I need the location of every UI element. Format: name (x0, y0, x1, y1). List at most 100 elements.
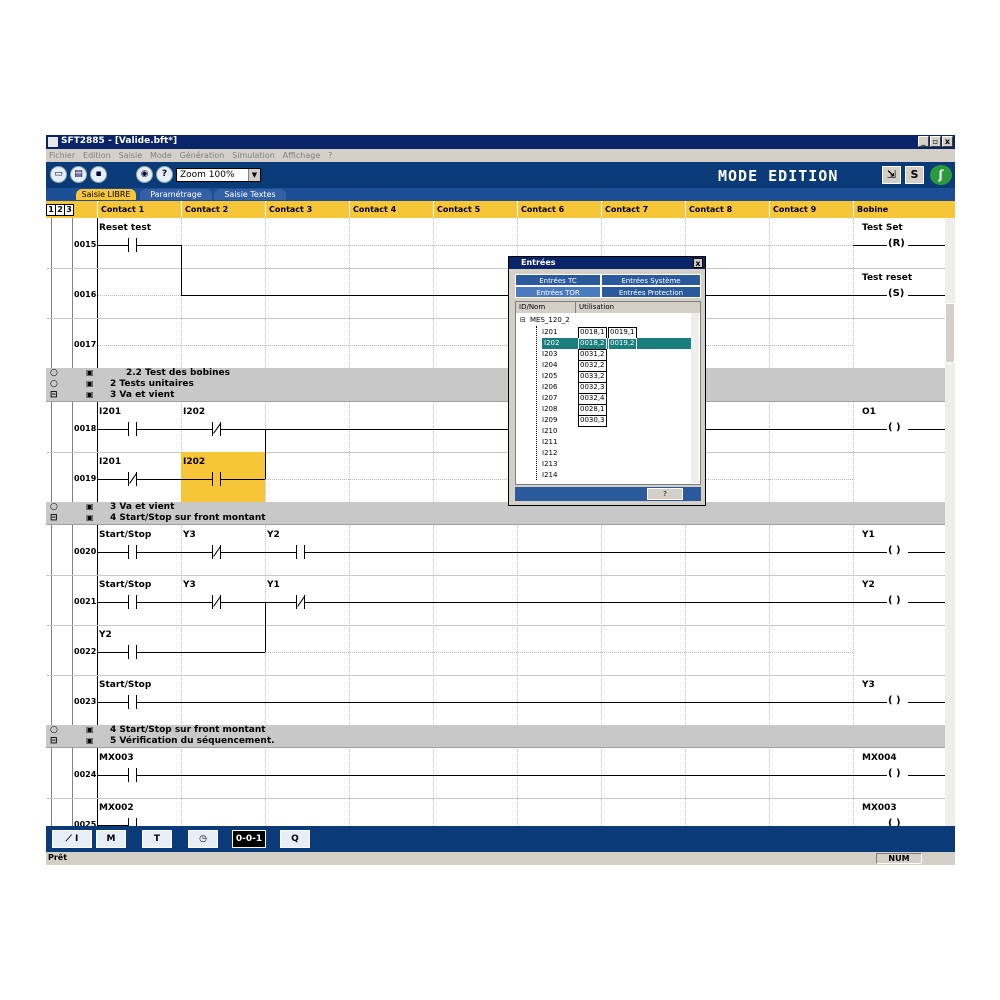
rung-0021[interactable]: 0021 Start/Stop Y3 Y1 Y2 ( ) (46, 575, 945, 626)
section-box-icon[interactable]: ▣ (86, 725, 94, 734)
vertical-scrollbar[interactable] (945, 218, 955, 826)
reset-coil[interactable]: (R) (888, 238, 905, 249)
new-file-icon[interactable]: ▭ (50, 166, 67, 183)
coil[interactable]: ( ) (888, 768, 901, 779)
rung-0024[interactable]: 0024 MX003 MX004 ( ) (46, 748, 945, 799)
collapse-circle-icon[interactable]: ○ (50, 725, 58, 735)
tab-parametrage[interactable]: Paramétrage (140, 189, 212, 200)
section-box-icon[interactable]: ▣ (86, 368, 94, 377)
table-row[interactable]: I205 0033,2 (516, 371, 691, 383)
menu-mode[interactable]: Mode (150, 149, 172, 162)
col-id-nom[interactable]: ID/Nom (516, 302, 576, 313)
table-row[interactable]: I207 0032,4 (516, 393, 691, 405)
dialog-scrollbar[interactable] (691, 313, 699, 483)
set-coil[interactable]: (S) (888, 288, 904, 299)
coil-label: O1 (862, 407, 876, 417)
brand-logo-icon: ʃ (930, 165, 952, 185)
menu-simulation[interactable]: Simulation (232, 149, 275, 162)
coil[interactable]: ( ) (888, 422, 901, 433)
menu-saisie[interactable]: Saisie (119, 149, 143, 162)
dialog-help-button[interactable]: ? (647, 488, 683, 500)
menu-affichage[interactable]: Affichage (283, 149, 321, 162)
tab-entrees-tc[interactable]: Entrées TC (515, 274, 601, 286)
wire (98, 552, 128, 553)
section-box-icon[interactable]: ▣ (86, 736, 94, 745)
memory-tool-button[interactable]: M (96, 830, 126, 848)
counter-tool-button[interactable]: 0-0-1 (232, 830, 266, 848)
coil[interactable]: ( ) (888, 818, 901, 826)
dialog-close-button[interactable]: x (693, 258, 703, 268)
expand-minus-icon[interactable]: ⊟ (50, 390, 58, 400)
section-header[interactable]: ⊟ ▣ 5 Vérification du séquencement. (46, 736, 945, 748)
view-eye-icon[interactable]: ◉ (136, 166, 153, 183)
menu-generation[interactable]: Génération (180, 149, 225, 162)
output-tool-button[interactable]: Q (280, 830, 310, 848)
section-box-icon[interactable]: ▣ (86, 502, 94, 511)
chevron-down-icon[interactable]: ▼ (248, 169, 260, 181)
tab-saisie-libre[interactable]: Saisie LIBRE (76, 189, 136, 200)
section-header[interactable]: ⊟ ▣ 4 Start/Stop sur front montant (46, 513, 945, 525)
coil[interactable]: ( ) (888, 545, 901, 556)
table-row[interactable]: I212 (516, 448, 691, 459)
collapse-circle-icon[interactable]: ○ (50, 502, 58, 512)
table-row[interactable]: I203 0031,2 (516, 349, 691, 361)
table-row[interactable]: I211 (516, 437, 691, 448)
close-button[interactable]: x (942, 136, 953, 147)
tab-entrees-tor[interactable]: Entrées TOR (515, 286, 601, 298)
zoom-select[interactable]: Zoom 100% ▼ (176, 168, 261, 182)
no-contact[interactable] (128, 818, 140, 826)
table-row-selected[interactable]: I202 0018,2 0019,2 (516, 338, 692, 350)
minimize-button[interactable]: _ (918, 136, 929, 147)
table-row[interactable]: I209 0030,3 (516, 415, 691, 427)
tab-entrees-systeme[interactable]: Entrées Système (601, 274, 701, 286)
collapse-circle-icon[interactable]: ○ (50, 368, 58, 378)
table-row[interactable]: I214 (516, 470, 691, 481)
expand-minus-icon[interactable]: ⊟ (50, 736, 58, 746)
table-row[interactable]: I204 0032,2 (516, 360, 691, 372)
expand-minus-icon[interactable]: ⊟ (50, 513, 58, 523)
rung-0019[interactable]: 0019 I201 I202 (46, 452, 945, 503)
table-row[interactable]: I206 0032,3 (516, 382, 691, 394)
rung-0018[interactable]: 0018 I201 I202 O1 ( ) (46, 402, 945, 453)
table-row[interactable]: I210 (516, 426, 691, 437)
s-button[interactable]: S (905, 166, 924, 184)
tree-root[interactable]: ⊟ MES_120_2 (516, 315, 691, 326)
help-button[interactable]: ? (156, 166, 173, 183)
dialog-title-bar[interactable]: Entrées x (509, 257, 705, 269)
restore-button[interactable]: ▫ (930, 136, 941, 147)
section-box-icon[interactable]: ▣ (86, 513, 94, 522)
coil[interactable]: ( ) (888, 695, 901, 706)
rung-0016[interactable]: 0016 Test reset (S) (46, 268, 945, 319)
level-3-button[interactable]: 3 (64, 204, 74, 216)
collapse-circle-icon[interactable]: ○ (50, 379, 58, 389)
contact-tool-icon[interactable]: ⟋ I (52, 830, 92, 848)
section-box-icon[interactable]: ▣ (86, 390, 94, 399)
timer-tool-button[interactable]: T (142, 830, 172, 848)
section-header[interactable]: ⊟ ▣ 3 Va et vient (46, 390, 945, 402)
coil[interactable]: ( ) (888, 595, 901, 606)
col-utilisation[interactable]: Utilisation (576, 302, 700, 313)
menu-fichier[interactable]: Fichier (49, 149, 75, 162)
rung-0017[interactable]: 0017 (46, 318, 945, 369)
tab-saisie-textes[interactable]: Saisie Textes (214, 189, 286, 200)
rung-0025[interactable]: 0025 MX002 MX003 ( ) (46, 798, 945, 826)
open-folder-icon[interactable]: ▤ (70, 166, 87, 183)
rung-0020[interactable]: 0020 Start/Stop Y3 Y2 Y1 ( ) (46, 525, 945, 576)
expand-minus-icon[interactable]: ⊟ (520, 315, 526, 326)
tab-entrees-protection[interactable]: Entrées Protection (601, 286, 701, 298)
table-row[interactable]: I201 0018,1 0019,1 (516, 327, 691, 339)
tree-root-label: MES_120_2 (530, 316, 570, 324)
rung-0022[interactable]: 0022 Y2 (46, 625, 945, 676)
menu-help[interactable]: ? (328, 149, 332, 162)
table-row[interactable]: I213 (516, 459, 691, 470)
save-icon[interactable]: ▪ (90, 166, 107, 183)
app-icon (48, 137, 58, 147)
graph-icon[interactable]: ⇲ (882, 166, 901, 184)
clock-icon[interactable]: ◷ (188, 830, 218, 848)
rung-0023[interactable]: 0023 Start/Stop Y3 ( ) (46, 675, 945, 726)
menu-bar: Fichier Edition Saisie Mode Génération S… (46, 149, 955, 162)
menu-edition[interactable]: Edition (83, 149, 111, 162)
table-row[interactable]: I208 0028,1 (516, 404, 691, 416)
section-box-icon[interactable]: ▣ (86, 379, 94, 388)
scrollbar-thumb[interactable] (945, 303, 955, 363)
